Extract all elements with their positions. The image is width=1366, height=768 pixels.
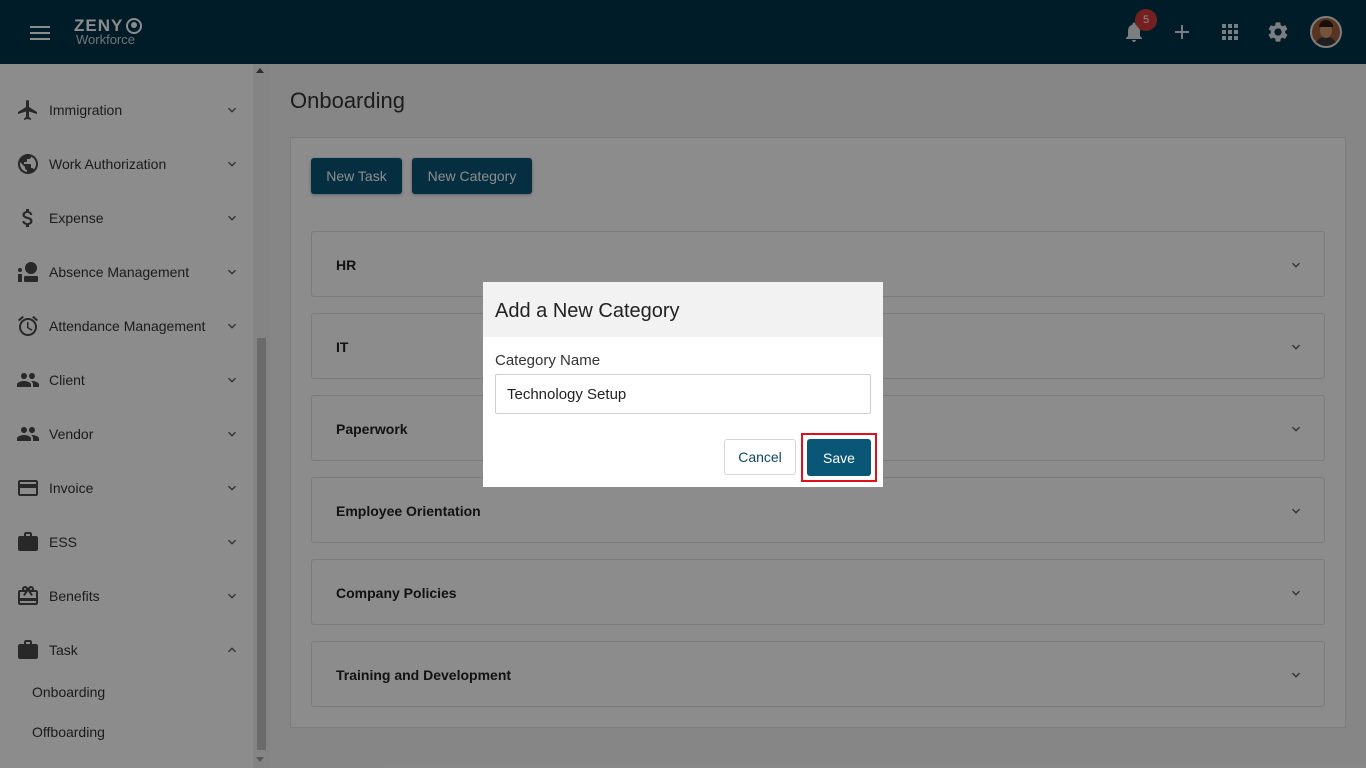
dialog-title: Add a New Category: [495, 300, 680, 322]
save-button[interactable]: Save: [807, 439, 871, 476]
dialog-header: Add a New Category: [483, 282, 883, 337]
cancel-button[interactable]: Cancel: [724, 439, 796, 475]
category-name-label: Category Name: [495, 352, 601, 369]
add-category-dialog: Add a New Category Category Name Cancel …: [483, 282, 883, 487]
category-name-input[interactable]: [495, 374, 871, 414]
